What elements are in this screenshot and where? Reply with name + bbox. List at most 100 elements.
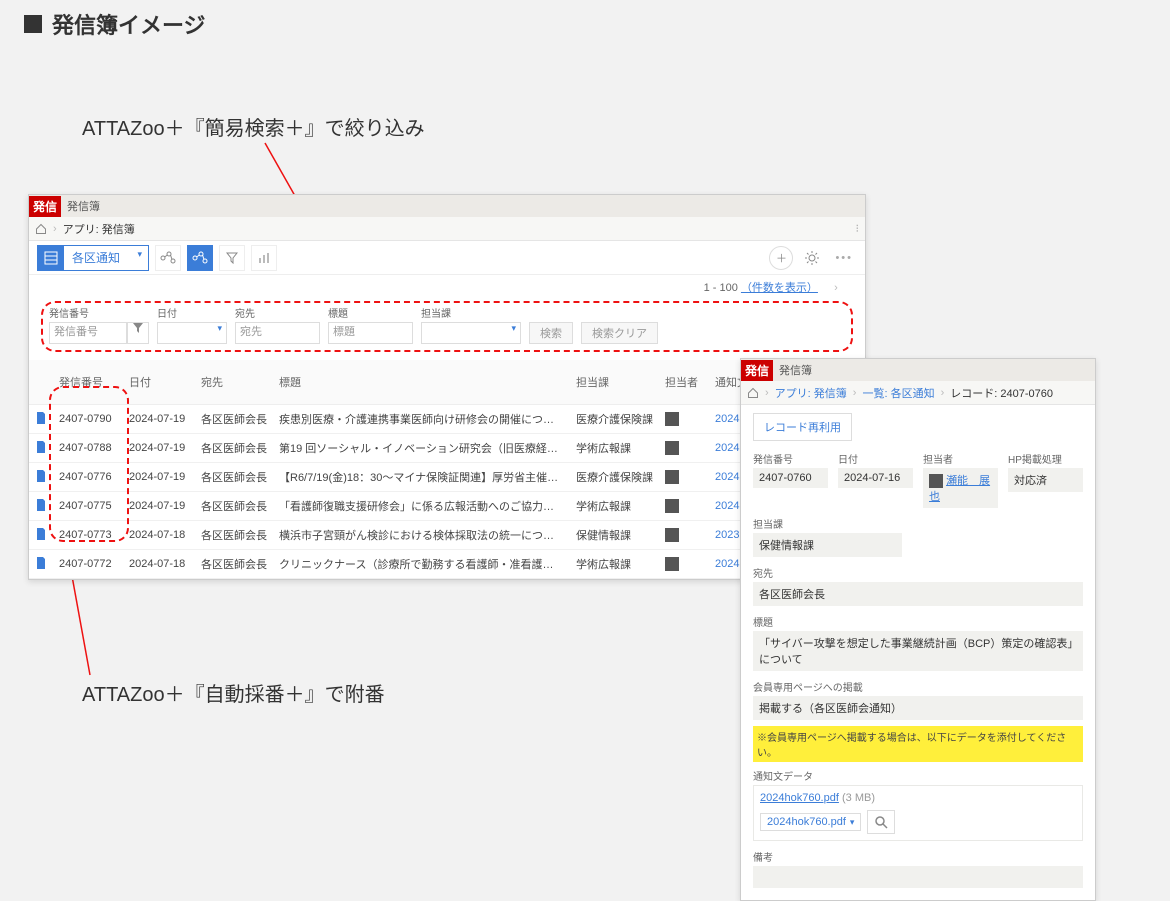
- value-title: 「サイバー攻撃を想定した事業継続計画（BCP）策定の確認表」について: [753, 631, 1083, 671]
- cell-no: 2407-0790: [53, 405, 123, 434]
- add-record-button[interactable]: ＋: [769, 246, 793, 270]
- cell-date: 2024-07-18: [123, 550, 195, 579]
- reuse-record-button[interactable]: レコード再利用: [753, 413, 852, 441]
- col-title[interactable]: 標題: [273, 360, 570, 405]
- pager-next-icon[interactable]: ›: [821, 282, 851, 294]
- filter-icon-button[interactable]: [219, 245, 245, 271]
- page-title: 発信簿イメージ: [24, 8, 206, 40]
- detail-titlebar: 発信 発信簿: [741, 359, 1095, 381]
- detail-title: 発信簿: [779, 362, 812, 378]
- processes-icon-button-active[interactable]: [187, 245, 213, 271]
- user-icon: [929, 474, 943, 488]
- cell-owner: [659, 434, 709, 463]
- filter-input-dept[interactable]: ▾: [421, 322, 521, 344]
- chevron-down-icon: ▾: [137, 249, 142, 260]
- cell-to: 各区医師会長: [195, 521, 273, 550]
- value-date: 2024-07-16: [838, 468, 913, 488]
- cell-title: 疾患別医療・介護連携事業医師向け研修会の開催について: [273, 405, 570, 434]
- filter-label-date: 日付: [157, 305, 227, 320]
- label-to: 宛先: [753, 565, 1083, 580]
- crumb-view[interactable]: 一覧: 各区通知: [862, 385, 934, 401]
- record-file-icon[interactable]: [29, 405, 53, 434]
- label-no: 発信番号: [753, 451, 828, 466]
- cell-dept: 保健情報課: [570, 521, 659, 550]
- filter-label-dept: 担当課: [421, 305, 521, 320]
- value-owner: 瀬能 展也: [923, 468, 998, 508]
- filter-label-to: 宛先: [235, 305, 320, 320]
- col-no[interactable]: 発信番号: [53, 360, 123, 405]
- label-title: 標題: [753, 614, 1083, 629]
- yellow-note: ※会員専用ページへ掲載する場合は、以下にデータを添付してください。: [753, 726, 1083, 762]
- chevron-right-icon: ›: [853, 387, 857, 399]
- view-select[interactable]: 各区通知▾: [37, 245, 149, 271]
- attachment-chip[interactable]: 2024hok760.pdf▾: [760, 813, 861, 831]
- cell-date: 2024-07-18: [123, 521, 195, 550]
- record-file-icon[interactable]: [29, 521, 53, 550]
- pager-show-count[interactable]: （件数を表示）: [741, 282, 818, 294]
- attachment-link[interactable]: 2024hok760.pdf: [760, 792, 839, 804]
- filter-label-title: 標題: [328, 305, 413, 320]
- cell-no: 2407-0775: [53, 492, 123, 521]
- label-dept: 担当課: [753, 516, 902, 531]
- crumb-record: レコード: 2407-0760: [950, 385, 1053, 401]
- cell-date: 2024-07-19: [123, 405, 195, 434]
- record-file-icon[interactable]: [29, 434, 53, 463]
- label-data: 通知文データ: [753, 768, 1083, 783]
- chevron-right-icon: ›: [53, 223, 57, 235]
- filter-input-to[interactable]: 宛先: [235, 322, 320, 344]
- filter-input-date[interactable]: ▾: [157, 322, 227, 344]
- chart-icon-button[interactable]: [251, 245, 277, 271]
- callout-autonumber: ATTAZoo＋『自動採番＋』で附番: [82, 678, 385, 707]
- cell-dept: 医療介護保険課: [570, 463, 659, 492]
- value-publish: 掲載する（各区医師会通知）: [753, 696, 1083, 720]
- cell-title: クリニックナース（診療所で勤務する看護師・准看護師）研修会の開催について: [273, 550, 570, 579]
- crumb-app[interactable]: アプリ: 発信簿: [775, 385, 847, 401]
- user-icon: [665, 557, 679, 571]
- record-file-icon[interactable]: [29, 550, 53, 579]
- col-to[interactable]: 宛先: [195, 360, 273, 405]
- page-title-text: 発信簿イメージ: [52, 8, 206, 40]
- cell-date: 2024-07-19: [123, 434, 195, 463]
- col-date[interactable]: 日付: [123, 360, 195, 405]
- list-title: 発信簿: [67, 198, 100, 214]
- col-dept[interactable]: 担当課: [570, 360, 659, 405]
- gear-icon-button[interactable]: [799, 245, 825, 271]
- col-owner[interactable]: 担当者: [659, 360, 709, 405]
- value-to: 各区医師会長: [753, 582, 1083, 606]
- cell-owner: [659, 550, 709, 579]
- label-note: 備考: [753, 849, 1083, 864]
- value-dept: 保健情報課: [753, 533, 902, 557]
- cell-title: 第19 回ソーシャル・イノベーション研究会（旧医療経営・政策研究会）の開催…: [273, 434, 570, 463]
- home-icon[interactable]: [747, 387, 759, 399]
- toolbar-kebab-icon[interactable]: ⁝: [856, 222, 860, 235]
- user-icon: [665, 470, 679, 484]
- cell-dept: 学術広報課: [570, 492, 659, 521]
- more-icon[interactable]: •••: [831, 252, 857, 264]
- breadcrumb: › アプリ: 発信簿 ⁝: [29, 217, 865, 241]
- home-icon[interactable]: [35, 223, 47, 235]
- filter-input-title[interactable]: 標題: [328, 322, 413, 344]
- cell-dept: 医療介護保険課: [570, 405, 659, 434]
- preview-icon-button[interactable]: [867, 810, 895, 834]
- pager-range: 1 - 100: [704, 282, 738, 294]
- record-file-icon[interactable]: [29, 492, 53, 521]
- filter-funnel-icon[interactable]: [127, 322, 149, 344]
- cell-to: 各区医師会長: [195, 492, 273, 521]
- chevron-right-icon: ›: [941, 387, 945, 399]
- cell-owner: [659, 521, 709, 550]
- breadcrumb-app[interactable]: アプリ: 発信簿: [63, 221, 135, 237]
- callout-filter: ATTAZoo＋『簡易検索＋』で絞り込み: [82, 112, 425, 141]
- processes-icon-button[interactable]: [155, 245, 181, 271]
- search-button[interactable]: 検索: [529, 322, 573, 344]
- cell-to: 各区医師会長: [195, 463, 273, 492]
- filter-input-no[interactable]: 発信番号: [49, 322, 127, 344]
- cell-date: 2024-07-19: [123, 492, 195, 521]
- value-note: [753, 866, 1083, 888]
- cell-owner: [659, 492, 709, 521]
- record-file-icon[interactable]: [29, 463, 53, 492]
- cell-to: 各区医師会長: [195, 405, 273, 434]
- attachment-box: 2024hok760.pdf (3 MB) 2024hok760.pdf▾: [753, 785, 1083, 841]
- search-clear-button[interactable]: 検索クリア: [581, 322, 658, 344]
- table-view-icon: [38, 246, 64, 270]
- cell-title: 「看護師復職支援研修会」に係る広報活動へのご協力について（依頼）－看護師就…: [273, 492, 570, 521]
